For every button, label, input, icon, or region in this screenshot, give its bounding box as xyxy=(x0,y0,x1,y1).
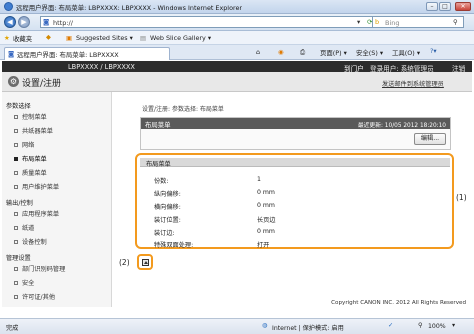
sidebar-item-device-control[interactable]: 设备控制 xyxy=(14,237,47,246)
url-text: http:// xyxy=(53,19,73,27)
callout-label-2: (2) xyxy=(119,258,130,267)
tab-current[interactable]: ◙ 远程用户界面: 布局菜单: LBPXXXX xyxy=(4,47,170,60)
arrow-up-icon xyxy=(142,259,149,266)
bullet-icon xyxy=(14,143,18,147)
sidebar-item-license[interactable]: 许可证/其他 xyxy=(14,292,55,301)
last-updated: 最近更新: 10/05 2012 18:20:10 xyxy=(357,123,446,129)
settings-gear-icon: ⚙ xyxy=(8,76,19,87)
page-menu[interactable]: 页面(P) ▾ xyxy=(320,48,347,57)
settings-table-header: 布局菜单 xyxy=(140,158,450,168)
copyright: Copyright CANON INC. 2012 All Rights Res… xyxy=(331,300,466,306)
globe-icon: ◍ xyxy=(262,322,268,329)
tools-menu[interactable]: 工具(O) ▾ xyxy=(392,48,420,57)
device-name: LBPXXXX / LBPXXXX xyxy=(68,63,135,71)
ie-logo-icon xyxy=(4,2,13,11)
bullet-icon xyxy=(14,240,18,244)
bullet-icon xyxy=(14,157,18,161)
bullet-icon xyxy=(14,281,18,285)
zoom-icon[interactable]: ⚲ xyxy=(418,322,423,329)
suggested-sites-link[interactable]: Suggested Sites ▾ xyxy=(76,34,133,42)
bullet-icon xyxy=(14,129,18,133)
maximize-button[interactable]: □ xyxy=(439,2,451,11)
star-icon: ★ xyxy=(4,34,10,42)
edit-button[interactable]: 编辑... xyxy=(414,133,446,145)
search-placeholder: Bing xyxy=(385,19,400,27)
device-header: LBPXXXX / LBPXXXX 到门户 登录用户: 系统管理员 注销 xyxy=(2,61,472,73)
tab-page-icon: ◙ xyxy=(8,50,15,58)
sidebar-item-security[interactable]: 安全 xyxy=(14,278,34,287)
print-icon[interactable]: ⎙ xyxy=(300,48,305,57)
security-zone: Internet | 保护模式: 启用 xyxy=(272,325,344,332)
bullet-icon xyxy=(14,226,18,230)
tab-bar: ◙ 远程用户界面: 布局菜单: LBPXXXX ⌂ ◉ ⎙ 页面(P) ▾ 安全… xyxy=(0,45,474,60)
search-icon[interactable]: ⚲ xyxy=(453,18,458,26)
back-to-top-icon[interactable] xyxy=(137,254,153,270)
bullet-icon xyxy=(14,171,18,175)
dropdown-icon[interactable]: ▾ xyxy=(357,18,360,26)
help-menu[interactable]: ?▾ xyxy=(430,47,437,55)
sidebar-section-output: 输出/控制 xyxy=(6,200,33,207)
layout-menu-panel: 布局菜单 最近更新: 10/05 2012 18:20:10 编辑... xyxy=(140,117,451,150)
bullet-icon xyxy=(14,212,18,216)
protected-mode-icon: ✓ xyxy=(388,322,394,329)
sidebar-section-preferences: 参数选择 xyxy=(6,103,31,110)
sidebar-section-management: 管理设置 xyxy=(6,255,31,262)
bullet-icon xyxy=(14,295,18,299)
bullet-icon xyxy=(14,267,18,271)
address-bar: ◀ ▶ ◙ http:// ▾ ⟳ ✕ b Bing ⚲ xyxy=(0,14,474,31)
close-button[interactable]: ✕ xyxy=(455,2,471,11)
callout-label-1: (1) xyxy=(456,193,467,202)
sidebar-item-quality[interactable]: 质量菜单 xyxy=(14,168,47,177)
panel-title: 布局菜单 xyxy=(145,121,171,129)
panel-header: 布局菜单 最近更新: 10/05 2012 18:20:10 xyxy=(141,118,450,129)
sidebar-item-feeder[interactable]: 共纸器菜单 xyxy=(14,126,53,135)
page-icon: ◙ xyxy=(43,18,50,26)
zoom-level[interactable]: 100% xyxy=(428,323,446,330)
sidebar-item-application[interactable]: 应用程序菜单 xyxy=(14,209,59,218)
sidebar-item-control[interactable]: 控制菜单 xyxy=(14,112,47,121)
search-field[interactable]: b Bing ⚲ xyxy=(372,16,464,28)
subheader: ⚙ 设置/注册 发送邮件到系统管理员 xyxy=(2,72,472,92)
home-icon[interactable]: ⌂ xyxy=(256,48,260,56)
favorites-label[interactable]: 收藏夹 xyxy=(13,34,32,43)
page-title: 设置/注册 xyxy=(22,79,62,89)
web-slice-link[interactable]: Web Slice Gallery ▾ xyxy=(150,34,211,42)
forward-icon[interactable]: ▶ xyxy=(18,16,30,28)
back-icon[interactable]: ◀ xyxy=(4,16,16,28)
zoom-dropdown-icon[interactable]: ▾ xyxy=(452,322,455,329)
sidebar-item-user-maintenance[interactable]: 用户维护菜单 xyxy=(14,182,59,191)
tab-label: 远程用户界面: 布局菜单: LBPXXXX xyxy=(17,51,119,59)
url-field[interactable]: ◙ http:// ▾ ⟳ ✕ xyxy=(40,16,385,28)
sidebar: 参数选择 控制菜单 共纸器菜单 网络 布局菜单 质量菜单 用户维护菜单 输出/控… xyxy=(2,92,112,307)
bullet-icon xyxy=(14,185,18,189)
web-slice-icon: ▤ xyxy=(140,34,147,42)
sidebar-item-layout[interactable]: 布局菜单 xyxy=(14,154,47,163)
bullet-icon xyxy=(14,115,18,119)
status-text: 完成 xyxy=(6,325,19,332)
safety-menu[interactable]: 安全(S) ▾ xyxy=(356,48,383,57)
sidebar-item-network[interactable]: 网络 xyxy=(14,140,34,149)
settings-table-title: 布局菜单 xyxy=(146,161,171,168)
window-titlebar: 远程用户界面: 布局菜单: LBPXXXX: LBPXXXX - Windows… xyxy=(0,0,474,14)
bing-icon: b xyxy=(375,18,380,26)
sidebar-item-department-id[interactable]: 部门识别码管理 xyxy=(14,264,65,273)
window-title: 远程用户界面: 布局菜单: LBPXXXX: LBPXXXX - Windows… xyxy=(16,4,243,12)
mail-admin-link[interactable]: 发送邮件到系统管理员 xyxy=(382,79,444,88)
minimize-button[interactable]: – xyxy=(426,2,438,11)
favorites-bar: ★ 收藏夹 ◆ ▣ Suggested Sites ▾ ▤ Web Slice … xyxy=(0,31,474,45)
breadcrumb: 设置/注册: 参数选择: 布局菜单 xyxy=(142,106,224,113)
sidebar-item-paper-path[interactable]: 纸道 xyxy=(14,223,34,232)
add-favorite-icon[interactable]: ◆ xyxy=(46,33,51,41)
status-bar: 完成 ◍ Internet | 保护模式: 启用 ✓ ⚲ 100% ▾ xyxy=(0,318,474,334)
suggested-sites-icon: ▣ xyxy=(66,34,73,42)
feeds-icon[interactable]: ◉ xyxy=(278,48,284,56)
